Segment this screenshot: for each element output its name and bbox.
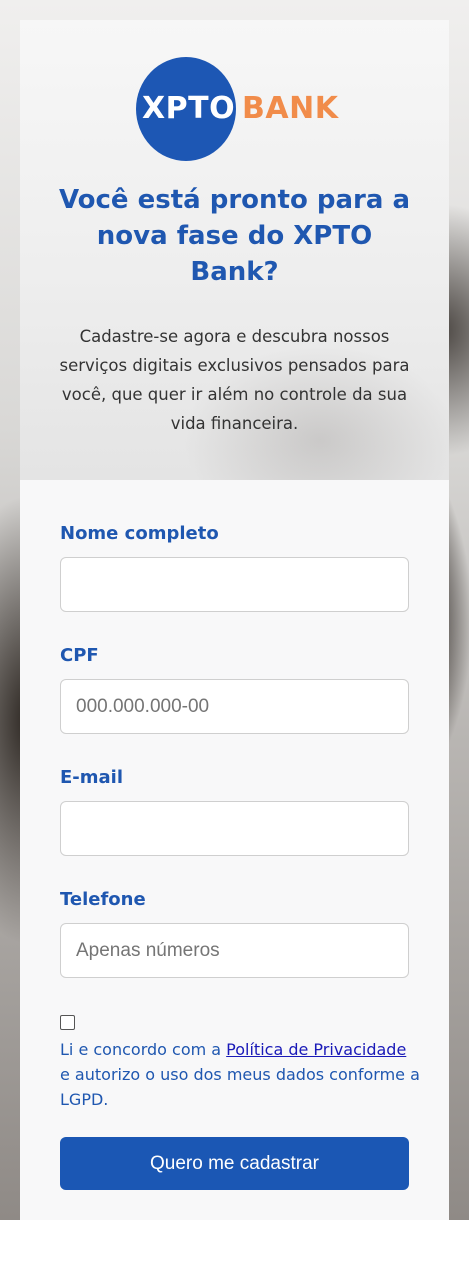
name-input[interactable] bbox=[60, 557, 409, 612]
name-label: Nome completo bbox=[60, 523, 219, 544]
xpto-bank-logo: XPTO BANK bbox=[136, 57, 339, 161]
signup-submit-button[interactable]: Quero me cadastrar bbox=[60, 1137, 409, 1190]
email-label: E-mail bbox=[60, 767, 124, 788]
privacy-policy-link[interactable]: Política de Privacidade bbox=[226, 1040, 406, 1059]
consent-text-after: e autorizo o uso dos meus dados conforme… bbox=[60, 1065, 420, 1109]
cpf-label: CPF bbox=[60, 645, 99, 666]
phone-input[interactable] bbox=[60, 923, 409, 978]
page-subtitle: Cadastre-se agora e descubra nossos serv… bbox=[59, 327, 410, 433]
privacy-consent-text: Li e concordo com a Política de Privacid… bbox=[60, 1037, 420, 1112]
logo-xpto-text: XPTO bbox=[142, 91, 236, 126]
email-input[interactable] bbox=[60, 801, 409, 856]
consent-text-before: Li e concordo com a bbox=[60, 1040, 227, 1059]
phone-label: Telefone bbox=[60, 889, 146, 910]
logo-bank-text: BANK bbox=[242, 91, 339, 126]
signup-card: XPTO BANK Você está pronto para a nova f… bbox=[20, 20, 449, 1220]
privacy-consent-checkbox[interactable] bbox=[60, 1015, 75, 1030]
cpf-input[interactable] bbox=[60, 679, 409, 734]
page-title: Você está pronto para a nova fase do XPT… bbox=[58, 185, 411, 287]
